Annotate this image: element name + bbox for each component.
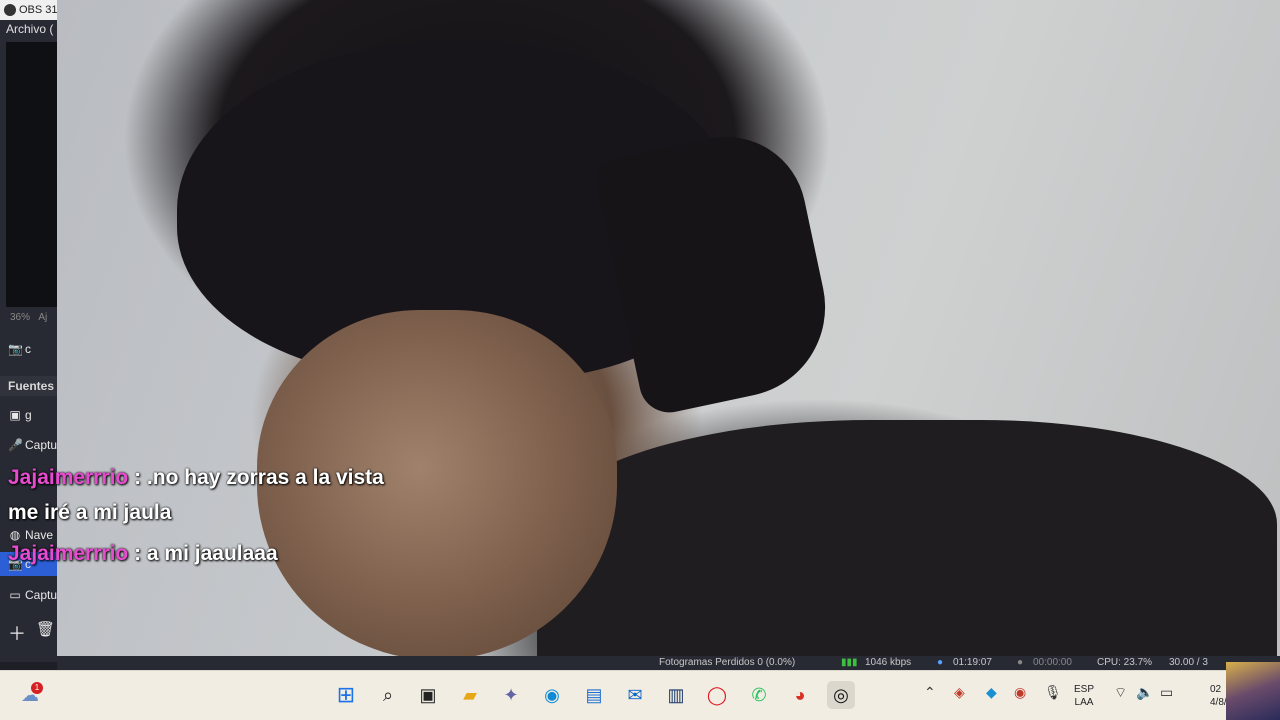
obs-logo-icon <box>4 4 16 17</box>
menu-archivo[interactable]: Archivo ( <box>6 22 53 36</box>
start-button-icon[interactable]: ⊞ <box>332 681 360 709</box>
cpu-usage: CPU: 23.7% <box>1097 657 1153 668</box>
search-icon[interactable]: ⌕ <box>374 681 402 709</box>
tray-app-icon[interactable]: ◈ <box>954 684 965 701</box>
camera-icon: 📷 <box>8 342 23 356</box>
opera-icon[interactable]: ◯ <box>703 681 731 709</box>
browser-icon: ◍ <box>9 528 21 542</box>
teams-icon[interactable]: ✦ <box>497 681 525 709</box>
chrome-icon[interactable]: ◕ <box>786 681 814 709</box>
rec-icon: ● <box>1017 657 1024 668</box>
wifi-icon[interactable]: ⌔ <box>1114 684 1127 702</box>
source-item-display[interactable]: ▭ Captu <box>8 588 57 602</box>
obs-status-bar: Fotogramas Perdidos 0 (0.0%) ▮▮▮ 1046 kb… <box>57 656 1280 670</box>
dropped-frames: Fotogramas Perdidos 0 (0.0%) <box>659 657 796 668</box>
obs-taskbar-icon[interactable]: ◎ <box>827 681 855 709</box>
chat-message: Jajaimerrrio : a mi jaaulaaa <box>8 542 278 566</box>
source-item-browser[interactable]: ◍ Nave <box>8 528 53 542</box>
scene-item[interactable]: 📷 c <box>8 342 31 356</box>
chat-message: me iré a mi jaula <box>8 501 171 525</box>
source-item-image[interactable]: ▣ g <box>8 408 31 422</box>
task-view-icon[interactable]: ▣ <box>414 681 442 709</box>
chat-text: me iré a mi jaula <box>8 501 172 524</box>
monitor-icon: ▭ <box>9 588 21 602</box>
notification-badge: 1 <box>31 682 43 694</box>
chevron-up-icon[interactable]: ⌃ <box>924 684 936 701</box>
source-item-mic[interactable]: 🎤 Captu <box>8 438 57 452</box>
obs-title: OBS 31 <box>19 4 57 16</box>
tray-app-icon[interactable]: ◆ <box>986 684 997 701</box>
chat-separator: : <box>128 542 147 565</box>
chat-username: Jajaimerrrio <box>8 466 129 489</box>
obs-zoom-level[interactable]: 36% Aj <box>10 312 47 323</box>
battery-icon[interactable]: ▭ <box>1160 684 1173 701</box>
edge-icon[interactable]: ◉ <box>538 681 566 709</box>
chat-message: Jajaimerrrio : .no hay zorras a la vista <box>8 466 384 490</box>
chat-username: Jajaimerrrio <box>8 542 129 565</box>
file-explorer-icon[interactable]: ▰ <box>456 681 484 709</box>
live-icon: ● <box>937 657 944 668</box>
windows-taskbar: ☁ 1 ⊞ ⌕ ▣ ▰ ✦ ◉ ▤ ✉ ▥ ◯ ✆ ◕ ◎ ⌃ ◈ ◆ ◉ 🎙 … <box>0 670 1280 720</box>
trash-icon[interactable]: 🗑 <box>36 620 55 638</box>
fuentes-header: Fuentes <box>0 376 57 396</box>
language-indicator[interactable]: ESP LAA <box>1074 683 1094 709</box>
mic-icon[interactable]: 🎙 <box>1044 684 1062 701</box>
whatsapp-icon[interactable]: ✆ <box>745 681 773 709</box>
image-icon: ▣ <box>9 408 21 422</box>
bitrate-meter-icon: ▮▮▮ <box>841 657 858 668</box>
fps-readout: 30.00 / 3 <box>1169 657 1208 668</box>
chat-separator: : <box>128 466 147 489</box>
cap-brim-shape <box>592 122 842 418</box>
tray-app-icon[interactable]: ◉ <box>1014 684 1026 701</box>
obs-preview <box>6 42 57 307</box>
shoulder-shape <box>537 420 1277 680</box>
add-source-button[interactable]: ＋ <box>8 620 26 646</box>
bitrate: 1046 kbps <box>865 657 912 668</box>
store-icon[interactable]: ▤ <box>580 681 608 709</box>
app-icon[interactable]: ▥ <box>662 681 690 709</box>
chat-text: a mi jaaulaaa <box>146 542 278 565</box>
rec-time: 00:00:00 <box>1033 657 1072 668</box>
live-time: 01:19:07 <box>953 657 992 668</box>
obs-titlebar: OBS 31 <box>0 0 57 20</box>
chat-text: .no hay zorras a la vista <box>146 466 384 489</box>
outlook-icon[interactable]: ✉ <box>621 681 649 709</box>
mic-icon: 🎤 <box>8 438 23 452</box>
speaker-icon[interactable]: 🔈 <box>1136 684 1153 701</box>
avatar-thumbnail <box>1226 662 1280 720</box>
